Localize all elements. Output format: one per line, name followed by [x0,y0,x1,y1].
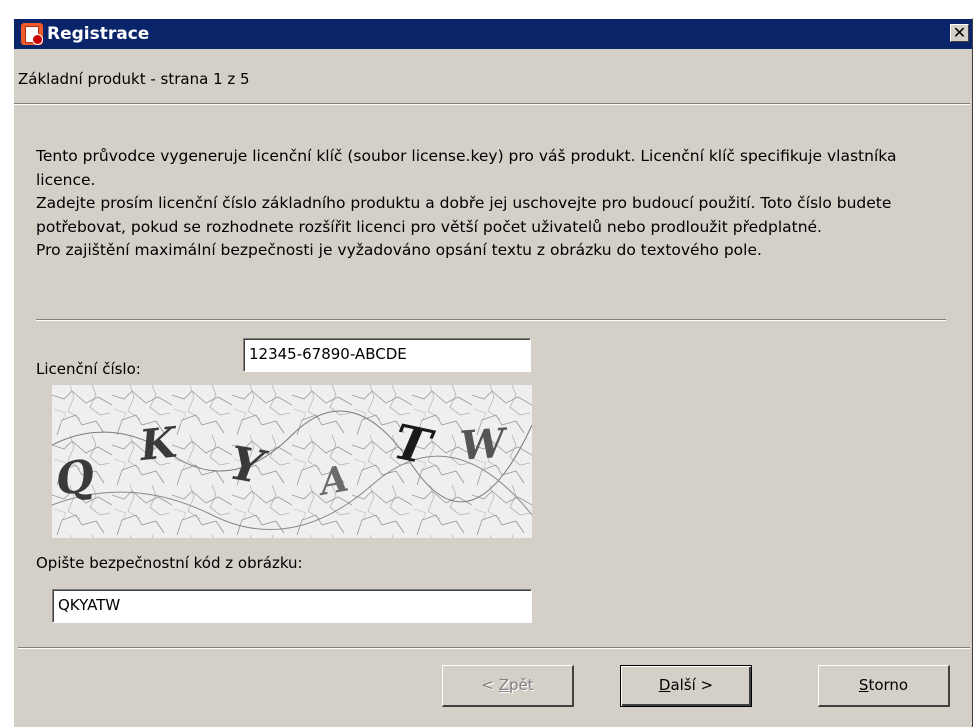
close-button[interactable]: ✕ [950,24,969,42]
page-header: Základní produkt - strana 1 z 5 [18,70,250,88]
cancel-button[interactable]: Storno [818,665,950,707]
intro-text: Tento průvodce vygeneruje licenční klíč … [36,145,946,263]
header-divider [14,103,970,105]
back-button[interactable]: < Zpět [442,665,574,707]
captcha-letter-1: Q [52,450,97,506]
license-number-field[interactable]: 12345-67890-ABCDE [243,338,531,372]
next-mnemonic: D [658,676,671,694]
content-divider [36,319,946,321]
captcha-code-field[interactable]: QKYATW [52,589,532,623]
footer-divider [18,647,970,649]
captcha-letter-2: K [136,417,180,470]
captcha-label: Opište bezpečnostní kód z obrázku: [36,554,303,572]
intro-line-2: Zadejte prosím licenční číslo základního… [36,194,892,236]
window-title: Registrace [47,24,150,44]
registration-dialog: Registrace ✕ Základní produkt - strana 1… [13,18,973,727]
title-bar[interactable]: Registrace ✕ [14,19,972,49]
cancel-label: torno [868,676,909,694]
next-label: alší > [670,676,714,694]
intro-line-3: Pro zajištění maximální bezpečnosti je v… [36,241,762,259]
back-prefix: < [481,676,499,694]
captcha-image: Q K Y A T W [52,385,532,538]
intro-line-1: Tento průvodce vygeneruje licenční klíč … [36,147,897,189]
next-button[interactable]: Další > [620,665,752,707]
back-label: pět [508,676,534,694]
certificate-icon [21,23,43,45]
captcha-letter-6: W [458,419,510,469]
close-icon: ✕ [952,23,967,42]
cancel-mnemonic: S [858,676,869,694]
license-number-label: Licenční číslo: [36,360,141,378]
back-mnemonic: Z [498,676,509,694]
